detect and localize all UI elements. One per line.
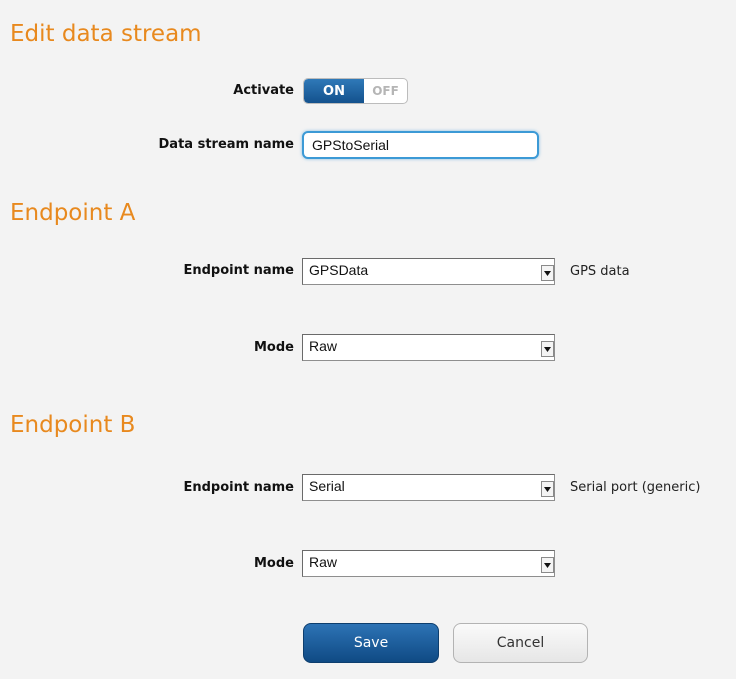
endpoint-a-mode-value: Raw	[309, 338, 338, 354]
endpoint-b-description: Serial port (generic)	[570, 480, 701, 495]
toggle-off-option[interactable]: OFF	[364, 79, 407, 103]
endpoint-b-heading: Endpoint B	[10, 412, 136, 438]
stream-name-input[interactable]	[302, 131, 539, 159]
endpoint-b-name-label: Endpoint name	[183, 480, 294, 495]
triangle-down-icon[interactable]	[541, 481, 554, 497]
endpoint-a-heading: Endpoint A	[10, 200, 136, 226]
triangle-down-icon[interactable]	[541, 557, 554, 573]
endpoint-a-mode-label: Mode	[254, 340, 294, 355]
endpoint-b-mode-value: Raw	[309, 554, 338, 570]
cancel-button[interactable]: Cancel	[453, 623, 588, 663]
endpoint-a-name-select[interactable]: GPSData	[302, 258, 555, 285]
endpoint-b-mode-select[interactable]: Raw	[302, 550, 555, 577]
triangle-down-icon[interactable]	[541, 341, 554, 357]
endpoint-b-name-value: Serial	[309, 478, 345, 494]
endpoint-b-mode-label: Mode	[254, 556, 294, 571]
endpoint-a-description: GPS data	[570, 264, 630, 279]
endpoint-a-name-label: Endpoint name	[183, 263, 294, 278]
triangle-down-icon[interactable]	[541, 265, 554, 281]
stream-name-label: Data stream name	[158, 137, 295, 152]
endpoint-a-mode-select[interactable]: Raw	[302, 334, 555, 361]
endpoint-b-name-select[interactable]: Serial	[302, 474, 555, 501]
save-button[interactable]: Save	[303, 623, 439, 663]
toggle-on-option[interactable]: ON	[304, 79, 364, 103]
activate-toggle[interactable]: ON OFF	[303, 78, 408, 104]
page-title: Edit data stream	[10, 21, 202, 47]
activate-label: Activate	[233, 83, 294, 98]
endpoint-a-name-value: GPSData	[309, 262, 369, 278]
